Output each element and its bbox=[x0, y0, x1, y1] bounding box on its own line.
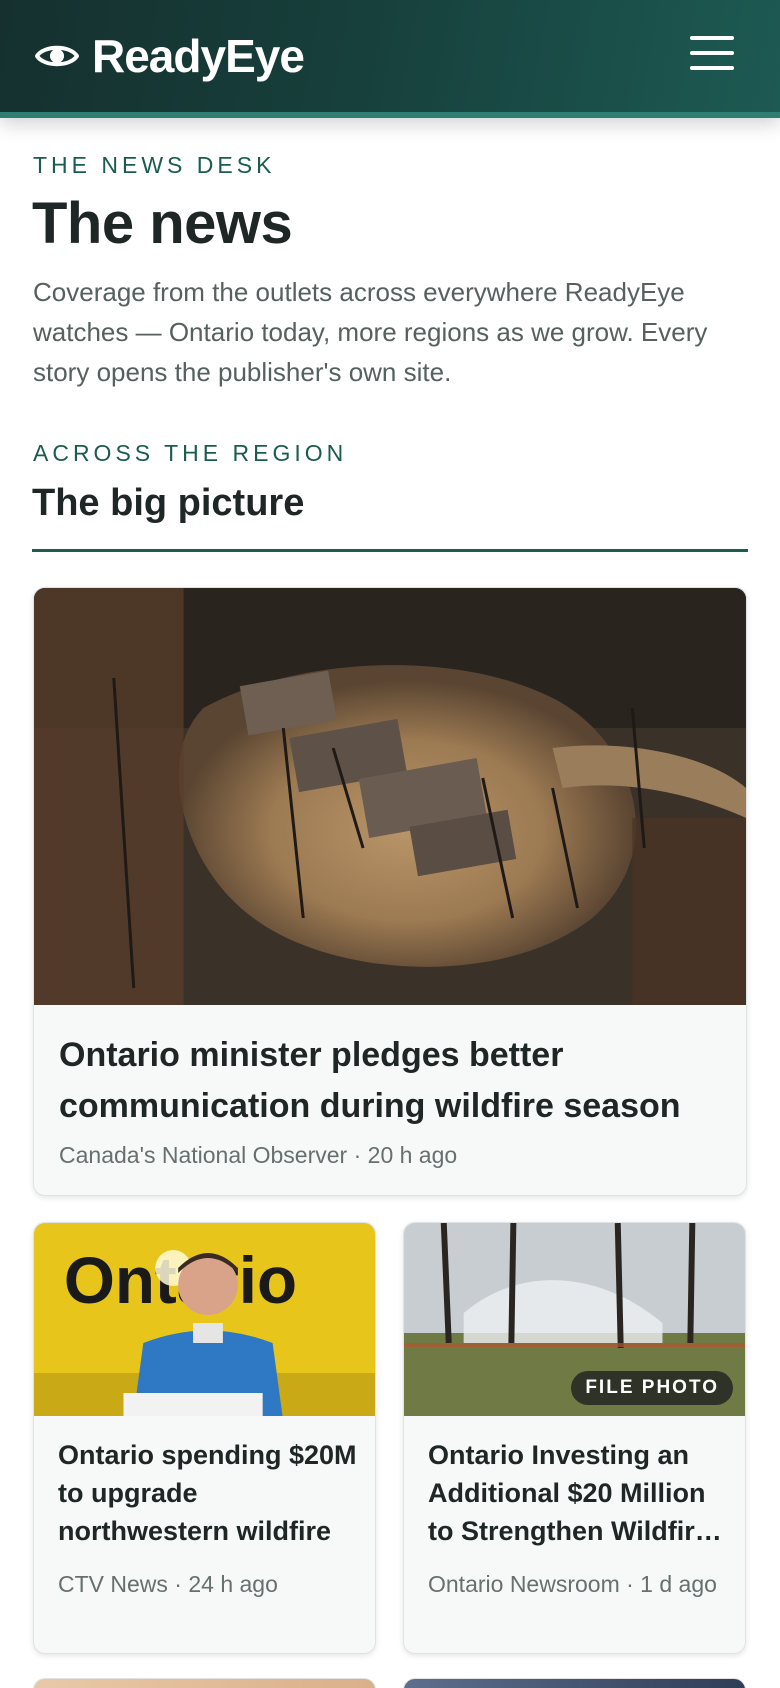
story-headline[interactable]: Ontario spending $20M to upgrade northwe… bbox=[58, 1436, 358, 1550]
featured-story-image bbox=[34, 588, 746, 1005]
section-kicker: ACROSS THE REGION bbox=[33, 440, 348, 466]
section-divider bbox=[32, 549, 748, 552]
page-description: Coverage from the outlets across everywh… bbox=[33, 277, 708, 387]
story-card[interactable]: FILE PHOTO Ontario Investing an Addition… bbox=[403, 1222, 746, 1654]
brand-logo[interactable]: ReadyEye bbox=[34, 28, 305, 84]
file-photo-badge: FILE PHOTO bbox=[571, 1371, 733, 1405]
page-title: The news bbox=[32, 191, 293, 256]
featured-story-meta: Canada's National Observer · 20 h ago bbox=[59, 1142, 458, 1168]
featured-story-headline[interactable]: Ontario minister pledges better communic… bbox=[59, 1030, 729, 1132]
story-headline[interactable]: Ontario Investing an Additional $20 Mill… bbox=[428, 1436, 728, 1550]
story-card-peek[interactable] bbox=[403, 1678, 746, 1688]
story-card-peek[interactable] bbox=[33, 1678, 376, 1688]
app-header: ReadyEye bbox=[0, 0, 780, 118]
eye-icon bbox=[35, 45, 79, 67]
story-card[interactable]: Ontario Ontario spending $20M to upgrade… bbox=[33, 1222, 376, 1654]
story-image: Ontario bbox=[34, 1223, 375, 1416]
menu-button[interactable] bbox=[690, 36, 734, 76]
hamburger-icon bbox=[690, 36, 734, 40]
story-meta: Ontario Newsroom · 1 d ago bbox=[428, 1571, 717, 1597]
section-title: The big picture bbox=[32, 482, 305, 524]
app-name: ReadyEye bbox=[92, 30, 305, 82]
featured-story-card[interactable]: Ontario minister pledges better communic… bbox=[33, 587, 747, 1196]
page-kicker: THE NEWS DESK bbox=[33, 152, 276, 178]
story-meta: CTV News · 24 h ago bbox=[58, 1571, 278, 1597]
